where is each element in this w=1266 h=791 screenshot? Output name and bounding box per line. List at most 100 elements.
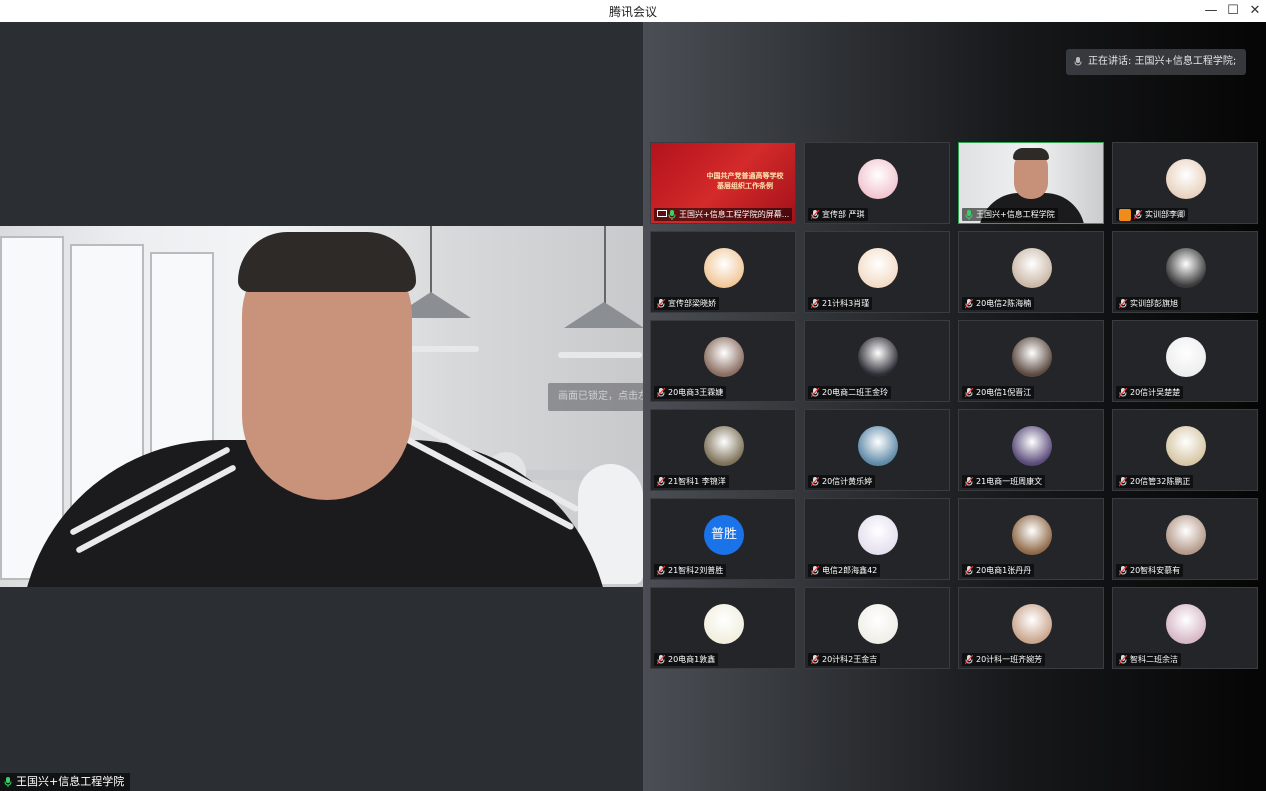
thumb-hair	[1013, 148, 1049, 160]
participant-tile[interactable]: 21智科1 李锦洋	[650, 409, 796, 491]
speaker-hair	[238, 232, 416, 292]
participant-tile[interactable]: 20信管32陈鹏正	[1112, 409, 1258, 491]
avatar	[858, 159, 898, 199]
participant-tile[interactable]: 20电信2陈海楠	[958, 231, 1104, 313]
participant-name: 21智科2刘普胜	[668, 566, 724, 575]
participant-name: 20电商3王霖婕	[668, 388, 724, 397]
participant-tile[interactable]: 智科二班余洁	[1112, 587, 1258, 669]
participant-tile[interactable]: 20信计吴楚楚	[1112, 320, 1258, 402]
lamp-cord	[430, 226, 432, 296]
lamp-rim	[558, 352, 642, 358]
participant-name: 王国兴+信息工程学院	[976, 210, 1055, 219]
minimize-button[interactable]: —	[1202, 2, 1220, 20]
participant-tile[interactable]: 20计科一班齐婉芳	[958, 587, 1104, 669]
avatar	[1166, 426, 1206, 466]
mic-muted-icon	[1119, 298, 1127, 309]
main-video[interactable]	[0, 226, 643, 587]
participant-name: 宣传部 严琪	[822, 210, 865, 219]
avatar	[1166, 515, 1206, 555]
avatar	[1012, 248, 1052, 288]
close-button[interactable]: ✕	[1246, 2, 1264, 20]
title-bar: 腾讯会议 — ☐ ✕	[0, 0, 1266, 22]
avatar	[1166, 604, 1206, 644]
participant-tile[interactable]: 实训部李卿	[1112, 142, 1258, 224]
participant-name-label: 20信管32陈鹏正	[1116, 475, 1194, 488]
participant-tile[interactable]: 实训部彭旗旭	[1112, 231, 1258, 313]
participant-tile[interactable]: 普胜 21智科2刘普胜	[650, 498, 796, 580]
share-title-line: 基层组织工作条例	[717, 182, 773, 190]
participant-name: 20电商1敦鑫	[668, 655, 716, 664]
participant-name-label: 王国兴+信息工程学院	[962, 208, 1058, 221]
mic-muted-icon	[811, 209, 819, 220]
main-video-name-label: 王国兴+信息工程学院	[0, 773, 131, 791]
avatar	[858, 515, 898, 555]
screen-share-icon	[657, 209, 667, 220]
participant-tile[interactable]: 20电商1张丹丹	[958, 498, 1104, 580]
mic-muted-icon	[811, 298, 819, 309]
mic-muted-icon	[657, 387, 665, 398]
participant-name-label: 宣传部 严琪	[808, 208, 868, 221]
avatar	[1012, 604, 1052, 644]
participant-tile[interactable]: 20电商3王霖婕	[650, 320, 796, 402]
avatar: 普胜	[704, 515, 744, 555]
participant-name-label: 20信计黄乐婷	[808, 475, 876, 488]
maximize-button[interactable]: ☐	[1224, 2, 1242, 20]
participant-name-label: 20电商二班王金玲	[808, 386, 892, 399]
participant-name-label: 20电商3王霖婕	[654, 386, 727, 399]
participant-name: 实训部李卿	[1145, 210, 1185, 219]
participant-tile[interactable]: 20智科安慕有	[1112, 498, 1258, 580]
participant-tile[interactable]: 王国兴+信息工程学院	[958, 142, 1104, 224]
mic-muted-icon	[657, 654, 665, 665]
participant-name: 20电信2陈海楠	[976, 299, 1032, 308]
participant-name-label: 21智科2刘普胜	[654, 564, 727, 577]
participant-name-label: 王国兴+信息工程学院的屏幕...	[654, 208, 793, 221]
participant-tile[interactable]: 20计科2王金吉	[804, 587, 950, 669]
mic-muted-icon	[657, 476, 665, 487]
avatar	[858, 337, 898, 377]
participant-name-label: 20信计吴楚楚	[1116, 386, 1184, 399]
participant-tile[interactable]: 中国共产党普通高等学校 基层组织工作条例王国兴+信息工程学院的屏幕...	[650, 142, 796, 224]
participant-name-label: 实训部李卿	[1116, 208, 1188, 221]
window-title: 腾讯会议	[608, 5, 657, 19]
mic-muted-icon	[965, 298, 973, 309]
participant-name: 20电商二班王金玲	[822, 388, 889, 397]
mic-active-icon	[4, 777, 12, 787]
participant-tile[interactable]: 21计科3肖瑾	[804, 231, 950, 313]
mic-icon	[1074, 57, 1082, 67]
participant-name: 20电商1张丹丹	[976, 566, 1032, 575]
participant-tile[interactable]: 20电商1敦鑫	[650, 587, 796, 669]
participant-tile[interactable]: 20信计黄乐婷	[804, 409, 950, 491]
participant-tile[interactable]: 20电商二班王金玲	[804, 320, 950, 402]
mic-muted-icon	[1119, 387, 1127, 398]
participant-tile[interactable]: 宣传部 严琪	[804, 142, 950, 224]
mic-muted-icon	[657, 565, 665, 576]
mic-active-icon	[965, 209, 973, 220]
participant-tile[interactable]: 20电信1倪晋江	[958, 320, 1104, 402]
main-video-name: 王国兴+信息工程学院	[16, 775, 125, 788]
participant-name-label: 电信2郎海鑫42	[808, 564, 881, 577]
mic-muted-icon	[965, 654, 973, 665]
mic-active-icon	[668, 209, 676, 220]
participant-name: 21电商一班周康文	[976, 477, 1043, 486]
participant-name: 21计科3肖瑾	[822, 299, 870, 308]
mic-muted-icon	[811, 565, 819, 576]
participant-name: 宣传部梁晓娇	[668, 299, 716, 308]
participant-name: 21智科1 李锦洋	[668, 477, 726, 486]
participant-name-label: 21计科3肖瑾	[808, 297, 873, 310]
mic-muted-icon	[811, 476, 819, 487]
avatar	[704, 248, 744, 288]
mic-muted-icon	[965, 387, 973, 398]
participant-name-label: 21智科1 李锦洋	[654, 475, 729, 488]
avatar	[858, 426, 898, 466]
avatar	[858, 248, 898, 288]
mic-muted-icon	[965, 565, 973, 576]
participant-name: 20电信1倪晋江	[976, 388, 1032, 397]
mic-muted-icon	[1134, 209, 1142, 220]
share-title-line: 中国共产党普通高等学校	[706, 172, 784, 180]
lamp-cord	[604, 226, 606, 306]
participant-name: 20计科一班齐婉芳	[976, 655, 1043, 664]
participant-name-label: 20电商1敦鑫	[654, 653, 719, 666]
participant-tile[interactable]: 宣传部梁晓娇	[650, 231, 796, 313]
participant-tile[interactable]: 电信2郎海鑫42	[804, 498, 950, 580]
participant-tile[interactable]: 21电商一班周康文	[958, 409, 1104, 491]
